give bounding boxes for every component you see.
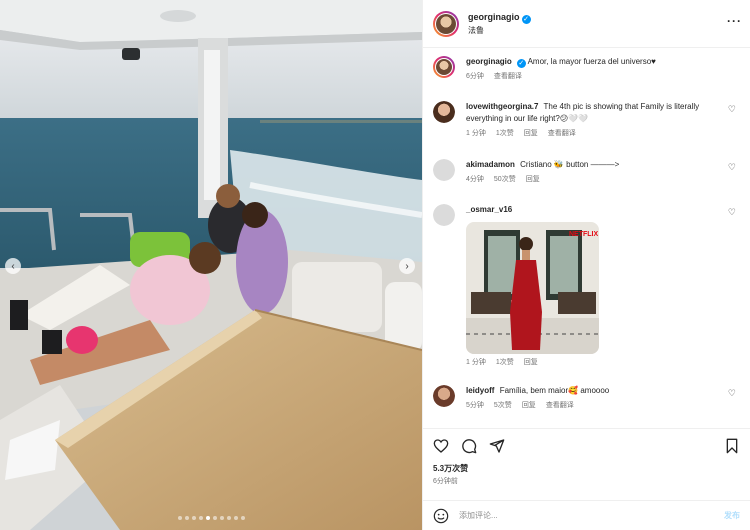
carousel-dot bbox=[233, 516, 238, 520]
carousel-dots bbox=[0, 516, 422, 520]
comment-username[interactable]: akimadamon bbox=[466, 160, 515, 169]
verified-icon: ✓ bbox=[521, 15, 531, 24]
comment-time[interactable]: 5分钟 bbox=[466, 400, 484, 412]
view-translation-link[interactable]: 查看翻译 bbox=[548, 128, 576, 140]
comment-time[interactable]: 1 分钟 bbox=[466, 357, 486, 369]
reply-button[interactable]: 回复 bbox=[524, 357, 538, 369]
caption-username[interactable]: georginagio bbox=[466, 57, 512, 66]
verified-icon: ✓ bbox=[516, 59, 526, 68]
likes-count[interactable]: 5.3万次赞 bbox=[433, 463, 740, 474]
post-media[interactable]: ‹ › bbox=[0, 0, 422, 530]
share-icon[interactable] bbox=[489, 438, 505, 454]
comment-text: Família, bem maior🥰 amoooo bbox=[499, 386, 610, 395]
carousel-dot bbox=[184, 516, 189, 520]
reply-button[interactable]: 回复 bbox=[522, 400, 536, 412]
comment-likes[interactable]: 1次赞 bbox=[496, 357, 514, 369]
comment-composer: 添加评论... 发布 bbox=[423, 500, 750, 530]
comment-time[interactable]: 1 分钟 bbox=[466, 128, 486, 140]
comment-username[interactable]: _osmar_v16 bbox=[466, 205, 512, 214]
post-comment-button[interactable]: 发布 bbox=[724, 510, 740, 521]
comment-icon[interactable] bbox=[461, 438, 477, 454]
comments-list: georginagio ✓ Amor, la mayor fuerza del u… bbox=[423, 48, 750, 428]
carousel-dot bbox=[177, 516, 182, 520]
carousel-dot bbox=[205, 516, 210, 520]
like-comment-icon[interactable]: ♡ bbox=[728, 162, 736, 173]
comment-item: lovewithgeorgina.7 The 4th pic is showin… bbox=[433, 101, 740, 140]
comment-likes[interactable]: 50次赞 bbox=[494, 174, 516, 186]
bookmark-icon[interactable] bbox=[724, 438, 740, 454]
like-comment-icon[interactable]: ♡ bbox=[728, 104, 736, 115]
commenter-avatar[interactable] bbox=[433, 204, 455, 226]
carousel-dot bbox=[198, 516, 203, 520]
post-header: georginagio ✓ 法鲁 ··· bbox=[423, 0, 750, 48]
author-avatar[interactable] bbox=[433, 10, 459, 37]
more-icon[interactable]: ··· bbox=[727, 14, 742, 28]
caption-time[interactable]: 6分钟 bbox=[466, 71, 484, 83]
carousel-dot bbox=[240, 516, 245, 520]
commenter-avatar[interactable] bbox=[433, 385, 455, 407]
chevron-left-icon: ‹ bbox=[11, 260, 15, 272]
caption: georginagio ✓ Amor, la mayor fuerza del u… bbox=[433, 56, 740, 83]
comment-username[interactable]: leidyoff bbox=[466, 386, 494, 395]
comment-photo: NETFLIX bbox=[466, 222, 599, 354]
next-slide-button[interactable]: › bbox=[399, 258, 415, 274]
author-username[interactable]: georginagio bbox=[468, 12, 520, 22]
commenter-avatar[interactable] bbox=[433, 101, 455, 123]
comment-text: Cristiano 🐝 button ———> bbox=[520, 160, 620, 169]
comment-username[interactable]: lovewithgeorgina.7 bbox=[466, 102, 538, 111]
reply-button[interactable]: 回复 bbox=[524, 128, 538, 140]
comment-item: leidyoff Família, bem maior🥰 amoooo 5分钟 … bbox=[433, 385, 740, 412]
like-comment-icon[interactable]: ♡ bbox=[728, 388, 736, 399]
emoji-icon[interactable] bbox=[433, 508, 449, 524]
view-translation-link[interactable]: 查看翻译 bbox=[546, 400, 574, 412]
carousel-dot bbox=[191, 516, 196, 520]
carousel-dot bbox=[219, 516, 224, 520]
comment-input[interactable]: 添加评论... bbox=[459, 510, 724, 521]
view-translation-link[interactable]: 查看翻译 bbox=[494, 71, 522, 83]
post-photo bbox=[0, 0, 422, 530]
comment-likes[interactable]: 5次赞 bbox=[494, 400, 512, 412]
carousel-dot bbox=[212, 516, 217, 520]
prev-slide-button[interactable]: ‹ bbox=[5, 258, 21, 274]
author-avatar[interactable] bbox=[433, 56, 455, 78]
comment-time[interactable]: 4分钟 bbox=[466, 174, 484, 186]
post-location[interactable]: 法鲁 bbox=[468, 24, 531, 38]
chevron-right-icon: › bbox=[405, 260, 409, 272]
post-actions: 5.3万次赞 6分钟前 bbox=[423, 428, 750, 494]
caption-text: Amor, la mayor fuerza del universo♥ bbox=[527, 57, 656, 66]
like-comment-icon[interactable]: ♡ bbox=[728, 207, 736, 218]
comment-image[interactable]: NETFLIX bbox=[466, 222, 599, 354]
heart-icon[interactable] bbox=[433, 438, 449, 454]
post-timestamp[interactable]: 6分钟前 bbox=[433, 476, 740, 486]
comment-likes[interactable]: 1次赞 bbox=[496, 128, 514, 140]
reply-button[interactable]: 回复 bbox=[526, 174, 540, 186]
post-sidebar: georginagio ✓ 法鲁 ··· georginagio ✓ Amor, l… bbox=[422, 0, 750, 530]
commenter-avatar[interactable] bbox=[433, 159, 455, 181]
comment-item: akimadamon Cristiano 🐝 button ———> 4分钟 5… bbox=[433, 159, 740, 186]
comment-item: _osmar_v16 NETFLIX 1 分钟 1次赞 回复 ♡ bbox=[433, 204, 740, 369]
netflix-badge: NETFLIX bbox=[569, 231, 598, 238]
carousel-dot bbox=[226, 516, 231, 520]
